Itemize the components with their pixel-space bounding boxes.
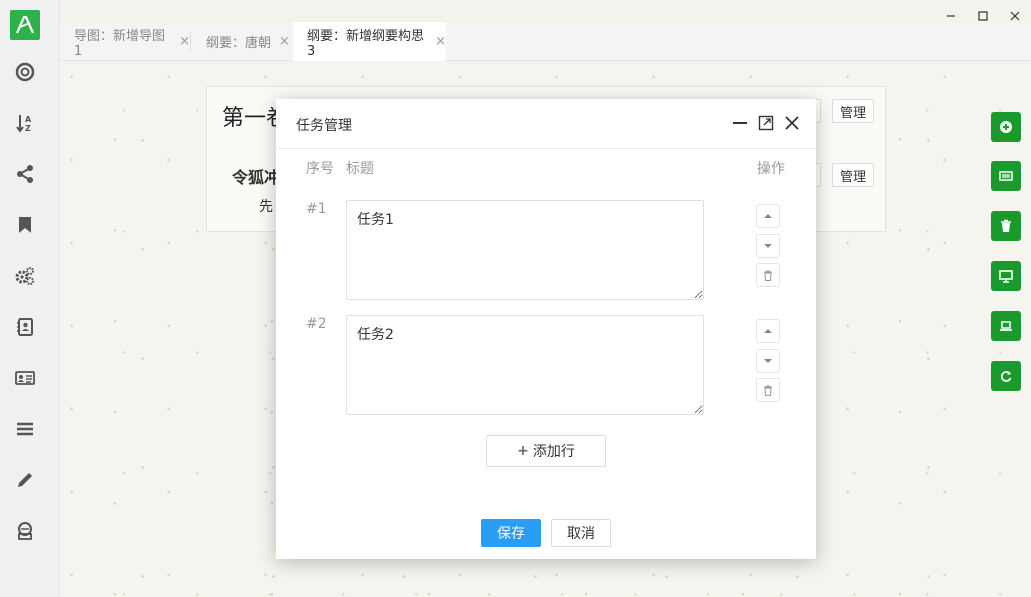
delete-row-button[interactable] [756, 378, 780, 402]
caret-down-icon [764, 244, 772, 248]
share-icon[interactable] [15, 164, 35, 184]
tab-close-icon[interactable]: × [279, 34, 290, 49]
delete-button[interactable] [991, 211, 1021, 241]
refresh-icon [1000, 371, 1012, 382]
tab-outline-new[interactable]: 纲要：新增纲要构思3 × [293, 22, 446, 61]
close-icon[interactable] [1007, 8, 1023, 24]
move-down-button[interactable] [756, 234, 780, 258]
refresh-button[interactable] [991, 361, 1021, 391]
tab-label: 纲要：唐朝 [206, 36, 272, 51]
dialog-title: 任务管理 [296, 118, 352, 134]
hat-icon[interactable] [15, 521, 35, 541]
move-up-button[interactable] [756, 204, 780, 228]
app-logo [10, 10, 40, 40]
card-button[interactable] [991, 161, 1021, 191]
laptop-icon [1000, 321, 1012, 331]
add-row-button[interactable]: + 添加行 [486, 435, 606, 467]
left-sidebar: AZ [0, 0, 60, 597]
sort-az-icon[interactable]: AZ [15, 113, 35, 133]
trash-icon [764, 385, 772, 396]
manage-button[interactable]: 管理 [832, 163, 874, 187]
task-title-input[interactable] [346, 200, 704, 300]
contacts-icon[interactable] [15, 317, 35, 337]
column-actions-header: 操作 [757, 161, 785, 177]
caret-up-icon [764, 329, 772, 333]
task-title-input[interactable] [346, 315, 704, 415]
caret-up-icon [764, 214, 772, 218]
bookmark-icon[interactable] [15, 215, 35, 235]
trash-icon [1001, 219, 1011, 232]
pencil-icon[interactable] [15, 470, 35, 490]
dialog-header: 任务管理 [276, 99, 816, 149]
trash-icon [764, 270, 772, 281]
monitor-icon [999, 270, 1013, 283]
svg-text:Z: Z [25, 124, 31, 133]
add-circle-icon [1000, 121, 1012, 133]
svg-text:A: A [25, 115, 32, 124]
card-icon [999, 171, 1013, 181]
move-down-button[interactable] [756, 349, 780, 373]
tab-close-icon[interactable]: × [435, 34, 446, 49]
task-manager-dialog: 任务管理 序号 标题 操作 #1 #2 + 添加行 保存 取消 [276, 99, 816, 559]
monitor-button[interactable] [991, 261, 1021, 291]
cancel-button[interactable]: 取消 [551, 519, 611, 547]
tab-bar: 导图：新增导图1 × 纲要：唐朝 × 纲要：新增纲要构思3 × [60, 22, 1031, 61]
gears-icon[interactable] [15, 266, 35, 286]
column-title-header: 标题 [346, 161, 374, 177]
tab-mindmap[interactable]: 导图：新增导图1 × [60, 22, 190, 61]
caret-down-icon [764, 359, 772, 363]
row-number: #2 [306, 316, 327, 332]
tab-label: 导图：新增导图1 [74, 28, 166, 59]
dialog-close-icon[interactable] [783, 114, 801, 132]
id-card-icon[interactable] [15, 368, 35, 388]
add-row-label: 添加行 [532, 444, 575, 460]
move-up-button[interactable] [756, 319, 780, 343]
tab-outline-tang[interactable]: 纲要：唐朝 × [192, 22, 292, 61]
tab-divider [190, 32, 191, 52]
lifebuoy-icon[interactable] [15, 62, 35, 82]
delete-row-button[interactable] [756, 263, 780, 287]
column-number-header: 序号 [306, 161, 334, 177]
plus-icon: + [517, 443, 529, 459]
dialog-maximize-icon[interactable] [757, 114, 775, 132]
laptop-button[interactable] [991, 311, 1021, 341]
dialog-minimize-icon[interactable] [731, 114, 749, 132]
manage-button[interactable]: 管理 [832, 99, 874, 123]
minimize-icon[interactable] [943, 8, 959, 24]
add-circle-button[interactable] [991, 112, 1021, 142]
save-button[interactable]: 保存 [481, 519, 541, 547]
outline-text: 先 [259, 199, 273, 215]
row-number: #1 [306, 201, 327, 217]
menu-icon[interactable] [15, 419, 35, 439]
character-name: 令狐冲 [232, 168, 281, 187]
tab-label: 纲要：新增纲要构思3 [307, 28, 425, 59]
maximize-icon[interactable] [975, 8, 991, 24]
logo-icon [15, 15, 35, 34]
tab-close-icon[interactable]: × [179, 34, 190, 49]
